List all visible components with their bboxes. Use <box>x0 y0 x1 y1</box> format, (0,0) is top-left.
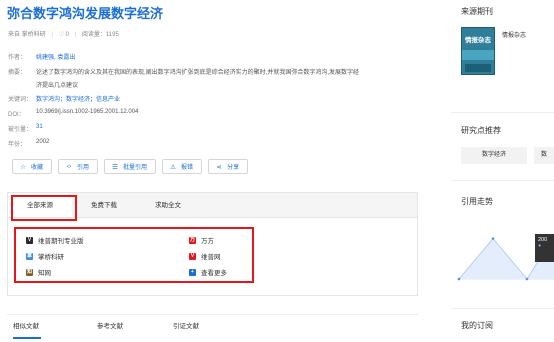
cover-band <box>462 50 494 60</box>
vip-web-icon: V <box>189 252 196 260</box>
divider <box>451 180 554 181</box>
active-tab-indicator <box>13 337 41 339</box>
authors[interactable]: 姚建强, 袁露出 <box>36 52 75 61</box>
action-bar: ☆ 收藏 ‹› 引用 ☰ 批量引用 ⚠ 报错 ⋖ 分享 <box>12 159 249 174</box>
journal-cover[interactable]: 情报杂志 <box>461 27 495 75</box>
sidebar: 来源期刊 情报杂志 情报杂志 研究点推荐 数字经济 数 引用走势 200 ● 我的… <box>451 0 554 342</box>
divider <box>451 308 554 309</box>
report-error-button[interactable]: ⚠ 报错 <box>162 159 203 174</box>
source-journal-title: 来源期刊 <box>461 7 493 16</box>
cited-label: 被引量： <box>8 127 33 133</box>
year: 2002 <box>36 139 50 145</box>
source-link-more[interactable]: + 查看更多 <box>189 267 227 277</box>
doi-label: DOI： <box>8 112 25 118</box>
source-link-vip-journal[interactable]: V 维普期刊专业版 <box>26 235 84 245</box>
chart-tooltip: 200 ● <box>535 234 554 262</box>
source-panel: 全部来源 免费下载 求助全文 V 维普期刊专业版 掌 掌桥科研 知 知网 万 万… <box>7 192 418 296</box>
article-title: 弥合数字鸿沟发展数字经济 <box>7 7 164 22</box>
cite-button[interactable]: ‹› 引用 <box>58 159 99 174</box>
code-icon: ‹› <box>66 163 72 170</box>
source-link-wanfang[interactable]: 万 万方 <box>189 235 214 245</box>
journal-name[interactable]: 情报杂志 <box>502 30 526 39</box>
read-count: 阅读量：1195 <box>81 32 119 38</box>
cnki-icon: 知 <box>26 268 33 276</box>
doi: 10.3969/j.issn.1002-1965.2001.12.004 <box>36 109 139 115</box>
abstract-label: 摘要： <box>8 70 27 76</box>
source-label[interactable]: 来自 掌桥科研 <box>8 32 46 38</box>
tab-free-download[interactable]: 免费下载 <box>72 193 136 217</box>
vip-journal-icon: V <box>26 236 33 244</box>
share-button[interactable]: ⋖ 分享 <box>208 159 249 174</box>
tab-citations[interactable]: 引证文献 <box>173 320 199 330</box>
source-link-vip-web[interactable]: V 维普网 <box>189 251 221 261</box>
tab-request-fulltext[interactable]: 求助全文 <box>136 193 200 217</box>
share-icon: ⋖ <box>216 163 222 171</box>
tab-references[interactable]: 参考文献 <box>97 320 123 330</box>
keywords[interactable]: 数字鸿沟；数字经济；信息产业 <box>36 94 120 103</box>
divider <box>451 112 554 113</box>
like-count: 0 <box>65 32 69 38</box>
related-tabs: 相似文献 参考文献 引证文献 <box>7 314 418 342</box>
chart-point <box>491 237 495 240</box>
cited-count[interactable]: 31 <box>36 124 43 130</box>
source-link-cnki[interactable]: 知 知网 <box>26 267 51 277</box>
keywords-label: 关键词： <box>8 97 33 103</box>
source-link-zhangqiao[interactable]: 掌 掌桥科研 <box>26 251 64 261</box>
highlight-box-tab <box>11 195 77 221</box>
year-label: 年份： <box>8 142 27 148</box>
plus-icon: + <box>189 268 196 276</box>
warning-icon: ⚠ <box>170 163 176 171</box>
star-icon: ☆ <box>20 163 26 171</box>
authors-label: 作者： <box>8 55 27 61</box>
heart-icon[interactable]: ♡ <box>59 32 64 38</box>
list-icon: ☰ <box>112 163 118 171</box>
tab-similar-papers[interactable]: 相似文献 <box>13 320 39 330</box>
source-line: 来自 掌桥科研 | ♡ 0 | 阅读量：1195 <box>8 29 119 38</box>
trend-title: 引用走势 <box>461 197 493 206</box>
batch-cite-button[interactable]: ☰ 批量引用 <box>104 159 157 174</box>
cover-title: 情报杂志 <box>465 37 491 44</box>
keyword-chip[interactable]: 数 <box>534 147 554 164</box>
wanfang-icon: 万 <box>189 236 196 244</box>
favorite-button[interactable]: ☆ 收藏 <box>12 159 53 174</box>
cover-pattern <box>465 64 491 72</box>
zhangqiao-icon: 掌 <box>26 252 33 260</box>
divider: | <box>51 32 53 38</box>
article-meta: 作者： 姚建强, 袁露出 摘要： 论述了数字鸿沟的含义及其在我国的表现,阐出数字鸿沟… <box>8 52 436 154</box>
hotspot-title: 研究点推荐 <box>461 126 501 135</box>
keyword-chip[interactable]: 数字经济 <box>461 147 527 164</box>
divider: | <box>74 32 77 38</box>
abstract: 论述了数字鸿沟的含义及其在我国的表现,阐出数字鸿沟扩张到底是综合经济实力的聚时,… <box>36 70 360 89</box>
chart-point <box>525 277 529 281</box>
chart-point <box>457 277 461 281</box>
subscription-title: 我的订阅 <box>461 321 493 330</box>
